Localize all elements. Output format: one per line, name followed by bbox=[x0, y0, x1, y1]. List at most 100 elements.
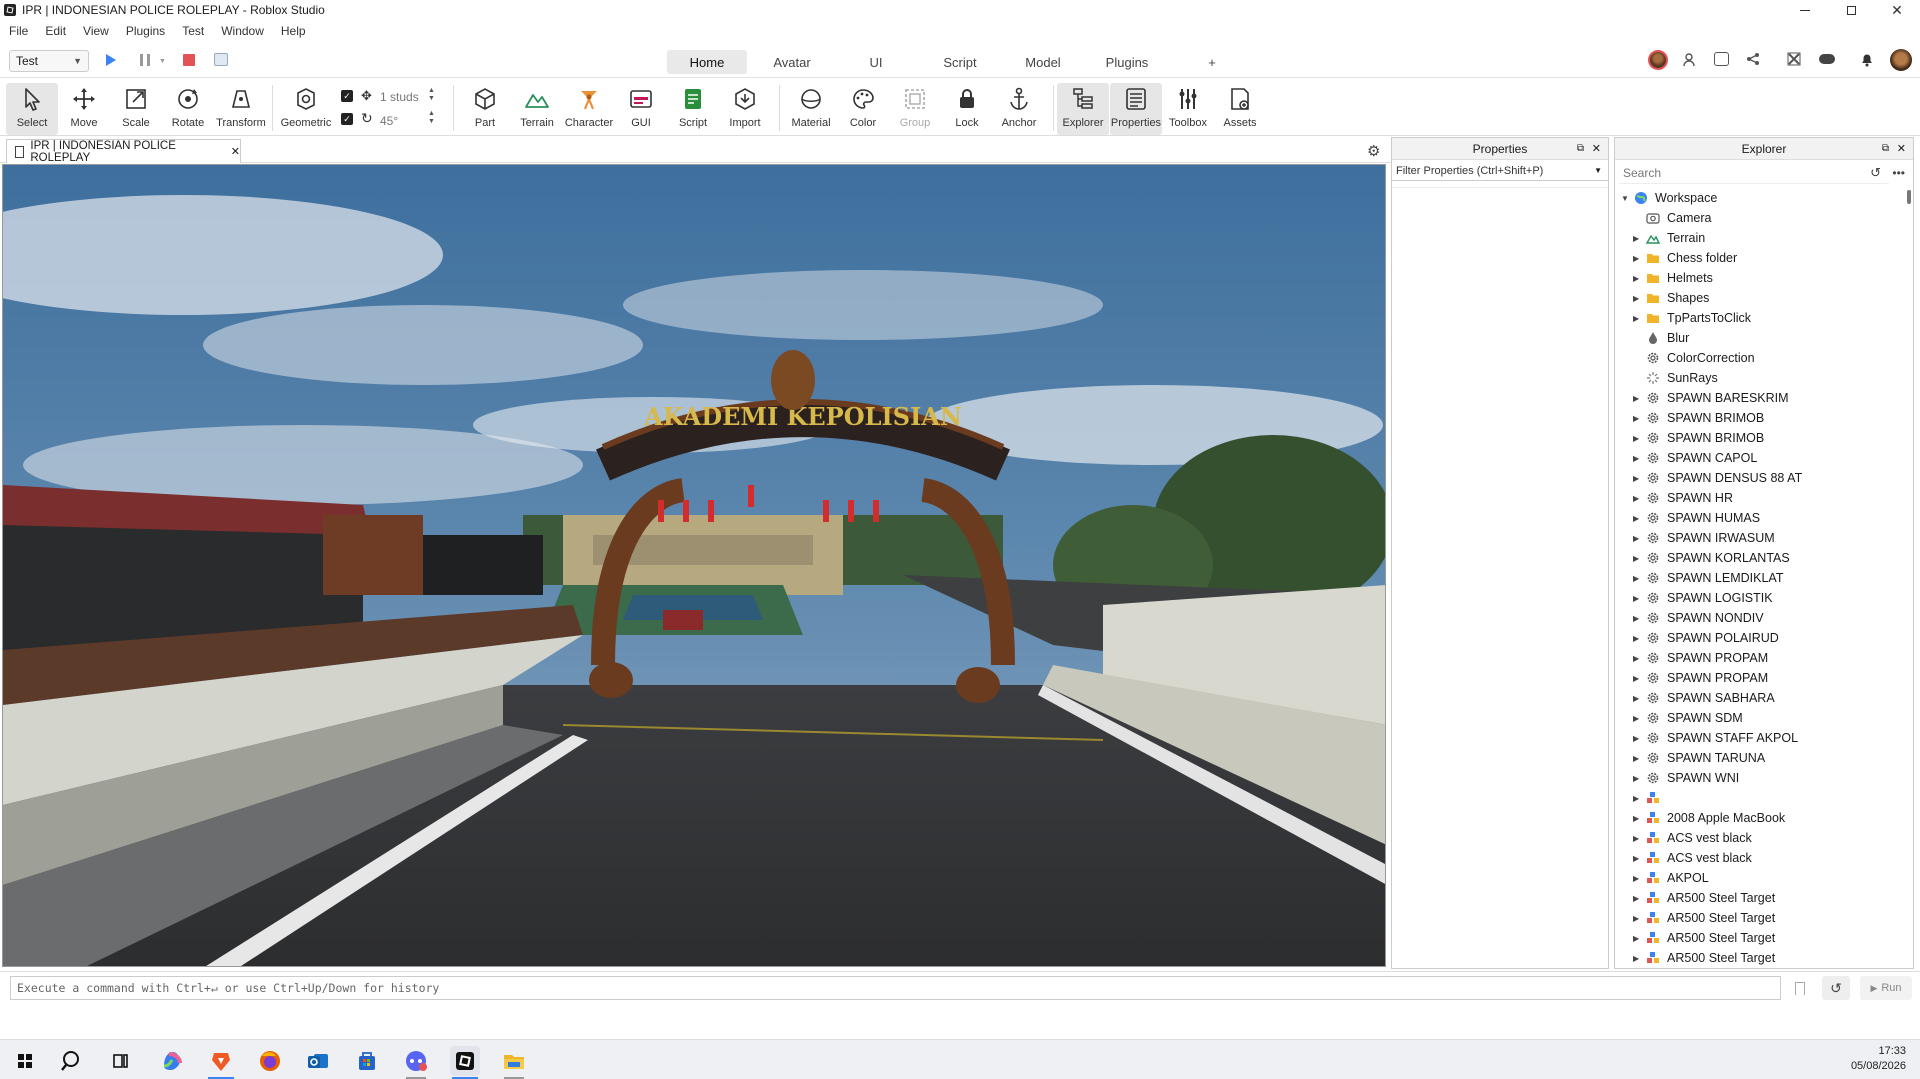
filter-properties-input[interactable]: Filter Properties (Ctrl+Shift+P) ▼ bbox=[1392, 161, 1608, 181]
explorer-item[interactable]: ▶ 2008 Apple MacBook bbox=[1620, 808, 1910, 828]
run-button[interactable]: ▶ Run bbox=[1860, 976, 1912, 1000]
expand-arrow-icon[interactable]: ▶ bbox=[1633, 674, 1641, 683]
explorer-item[interactable]: ▶ SPAWN STAFF AKPOL bbox=[1620, 728, 1910, 748]
popout-icon[interactable]: ⧉ bbox=[1882, 143, 1889, 154]
close-panel-icon[interactable]: ✕ bbox=[1897, 142, 1906, 155]
rotate-step-value[interactable]: 45° bbox=[380, 114, 398, 128]
command-input[interactable]: Execute a command with Ctrl+↵ or use Ctr… bbox=[10, 976, 1781, 1000]
expand-arrow-icon[interactable]: ▶ bbox=[1633, 934, 1641, 943]
add-tab-button[interactable]: + bbox=[1200, 50, 1224, 74]
3d-viewport[interactable]: AKADEMI KEPOLISIAN bbox=[2, 164, 1386, 967]
explorer-item[interactable]: ▶ AR500 Steel Target bbox=[1620, 888, 1910, 908]
explorer-item[interactable]: Camera bbox=[1620, 208, 1910, 228]
expand-arrow-icon[interactable]: ▶ bbox=[1633, 654, 1641, 663]
menu-test[interactable]: Test bbox=[182, 24, 204, 38]
rotate-step-stepper[interactable]: ▲ ▼ bbox=[428, 110, 435, 126]
explorer-item[interactable]: ▶ SPAWN KORLANTAS bbox=[1620, 548, 1910, 568]
tab-script[interactable]: Script bbox=[920, 50, 1000, 74]
script-button[interactable]: Script bbox=[667, 83, 719, 135]
select-tool-button[interactable]: Select bbox=[6, 83, 58, 135]
move-step-value[interactable]: 1 studs bbox=[380, 90, 419, 104]
expand-arrow-icon[interactable]: ▶ bbox=[1633, 594, 1641, 603]
explorer-item[interactable]: ▶ SPAWN SABHARA bbox=[1620, 688, 1910, 708]
explorer-item[interactable]: ▶ SPAWN SDM bbox=[1620, 708, 1910, 728]
explorer-item[interactable]: ▶ SPAWN BRIMOB bbox=[1620, 408, 1910, 428]
explorer-item[interactable]: ▶ SPAWN CAPOL bbox=[1620, 448, 1910, 468]
expand-arrow-icon[interactable]: ▶ bbox=[1633, 954, 1641, 963]
explorer-item[interactable]: ▶ SPAWN HUMAS bbox=[1620, 508, 1910, 528]
expand-arrow-icon[interactable]: ▶ bbox=[1633, 554, 1641, 563]
copilot-icon[interactable] bbox=[157, 1046, 187, 1076]
windows-start-icon[interactable] bbox=[10, 1046, 40, 1076]
expand-arrow-icon[interactable]: ▶ bbox=[1633, 454, 1641, 463]
explorer-item[interactable]: ▶ SPAWN PROPAM bbox=[1620, 648, 1910, 668]
expand-arrow-icon[interactable]: ▶ bbox=[1633, 814, 1641, 823]
document-tab[interactable]: IPR | INDONESIAN POLICE ROLEPLAY ✕ bbox=[6, 139, 241, 164]
bookmark-icon[interactable] bbox=[1795, 982, 1805, 995]
explorer-toggle-button[interactable]: Explorer bbox=[1057, 83, 1109, 135]
explorer-item[interactable]: ▶ ACS vest black bbox=[1620, 828, 1910, 848]
close-tab-icon[interactable]: ✕ bbox=[231, 145, 240, 158]
expand-arrow-icon[interactable]: ▶ bbox=[1633, 874, 1641, 883]
tab-plugins[interactable]: Plugins bbox=[1087, 50, 1167, 74]
move-step-stepper[interactable]: ▲ ▼ bbox=[428, 87, 435, 103]
history-icon[interactable]: ↺ bbox=[1870, 165, 1881, 181]
expand-arrow-icon[interactable]: ▶ bbox=[1633, 914, 1641, 923]
restore-icon[interactable] bbox=[1828, 0, 1874, 20]
search-icon[interactable] bbox=[57, 1046, 87, 1076]
tab-home[interactable]: Home bbox=[667, 50, 747, 74]
explorer-item[interactable]: ▶ SPAWN LEMDIKLAT bbox=[1620, 568, 1910, 588]
expand-arrow-icon[interactable]: ▶ bbox=[1633, 754, 1641, 763]
expand-arrow-icon[interactable]: ▶ bbox=[1633, 394, 1641, 403]
explorer-item[interactable]: ▶ Helmets bbox=[1620, 268, 1910, 288]
terrain-button[interactable]: Terrain bbox=[511, 83, 563, 135]
menu-edit[interactable]: Edit bbox=[45, 24, 66, 38]
expand-arrow-icon[interactable]: ▶ bbox=[1633, 634, 1641, 643]
import-button[interactable]: Import bbox=[719, 83, 771, 135]
explorer-search[interactable]: Search ↺ bbox=[1619, 165, 1889, 184]
client-server-icon[interactable] bbox=[214, 53, 228, 66]
transform-tool-button[interactable]: Transform bbox=[215, 83, 267, 135]
group-button[interactable]: Group bbox=[889, 83, 941, 135]
pause-icon[interactable] bbox=[140, 54, 150, 66]
file-explorer-icon[interactable] bbox=[499, 1046, 529, 1076]
move-tool-button[interactable]: Move bbox=[58, 83, 110, 135]
tab-model[interactable]: Model bbox=[1003, 50, 1083, 74]
character-button[interactable]: Character bbox=[563, 83, 615, 135]
explorer-item[interactable]: SunRays bbox=[1620, 368, 1910, 388]
discord-chat-icon[interactable] bbox=[401, 1046, 431, 1076]
material-button[interactable]: Material bbox=[785, 83, 837, 135]
explorer-item[interactable]: ▶ bbox=[1620, 788, 1910, 808]
roblox-studio-taskbar-icon[interactable] bbox=[450, 1046, 480, 1076]
explorer-item[interactable]: ▶ SPAWN IRWASUM bbox=[1620, 528, 1910, 548]
dropdown-arrow-icon[interactable]: ▼ bbox=[159, 58, 166, 65]
settings-gear-icon[interactable]: ⚙ bbox=[1367, 142, 1380, 160]
menu-file[interactable]: File bbox=[9, 24, 28, 38]
explorer-item[interactable]: ▶ ACS vest black bbox=[1620, 848, 1910, 868]
expand-arrow-icon[interactable]: ▶ bbox=[1633, 614, 1641, 623]
chat-icon[interactable] bbox=[1714, 52, 1729, 66]
explorer-item[interactable]: ▶ AR500 Steel Target bbox=[1620, 908, 1910, 928]
close-panel-icon[interactable]: ✕ bbox=[1592, 142, 1601, 155]
menu-help[interactable]: Help bbox=[281, 24, 306, 38]
menu-plugins[interactable]: Plugins bbox=[126, 24, 165, 38]
expand-arrow-icon[interactable]: ▶ bbox=[1633, 494, 1641, 503]
expand-arrow-icon[interactable]: ▶ bbox=[1633, 574, 1641, 583]
expand-arrow-icon[interactable]: ▶ bbox=[1633, 314, 1641, 323]
geometric-button[interactable]: Geometric bbox=[280, 83, 332, 135]
expand-arrow-icon[interactable]: ▶ bbox=[1633, 694, 1641, 703]
explorer-item[interactable]: ColorCorrection bbox=[1620, 348, 1910, 368]
lock-button[interactable]: Lock bbox=[941, 83, 993, 135]
task-view-icon[interactable] bbox=[105, 1046, 135, 1076]
explorer-item[interactable]: ▶ SPAWN BRIMOB bbox=[1620, 428, 1910, 448]
part-button[interactable]: Part bbox=[459, 83, 511, 135]
menu-window[interactable]: Window bbox=[221, 24, 264, 38]
gui-button[interactable]: GUI bbox=[615, 83, 667, 135]
assets-button[interactable]: Assets bbox=[1214, 83, 1266, 135]
expand-arrow-icon[interactable]: ▶ bbox=[1633, 734, 1641, 743]
taskbar-clock[interactable]: 17:33 05/08/2026 bbox=[1851, 1044, 1906, 1074]
tab-avatar[interactable]: Avatar bbox=[752, 50, 832, 74]
stop-icon[interactable] bbox=[183, 54, 195, 66]
share-icon[interactable] bbox=[1746, 52, 1760, 66]
explorer-item[interactable]: ▶ SPAWN HR bbox=[1620, 488, 1910, 508]
